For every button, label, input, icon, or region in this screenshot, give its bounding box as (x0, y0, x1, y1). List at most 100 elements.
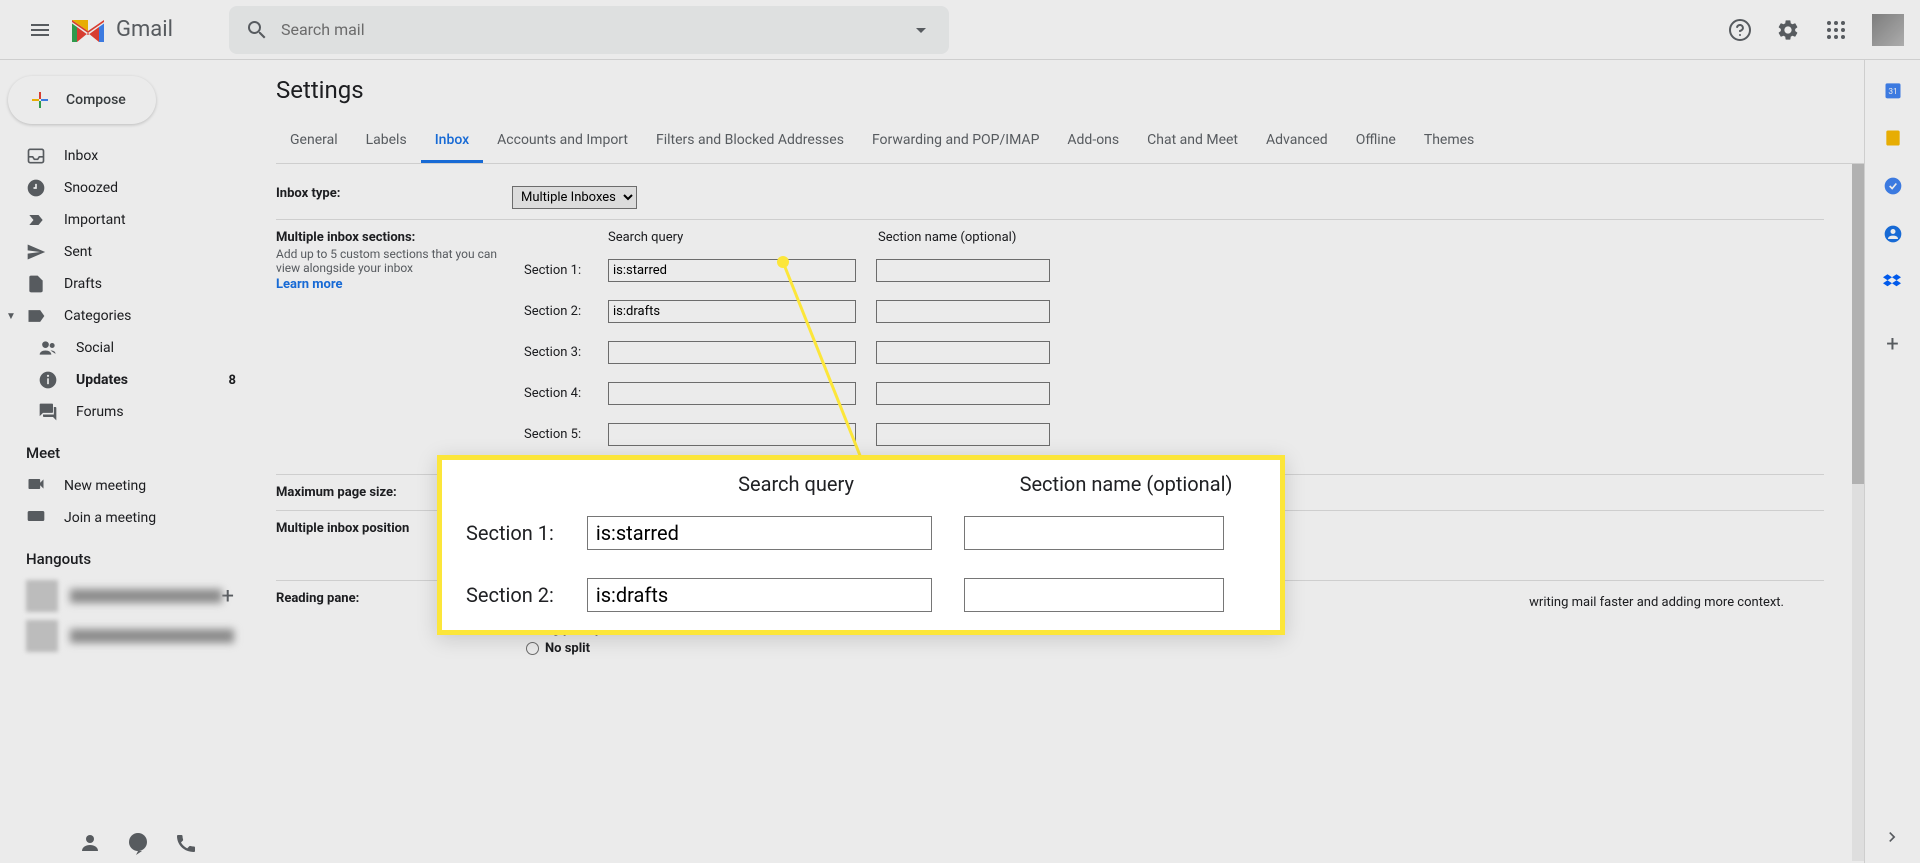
tab-inbox[interactable]: Inbox (421, 120, 483, 163)
inbox-icon (26, 146, 46, 166)
section-row-label: Section 2: (524, 304, 608, 319)
meet-item-label: Join a meeting (64, 510, 156, 526)
add-contact-button[interactable]: + (222, 584, 234, 609)
gmail-logo[interactable]: Gmail (68, 15, 173, 45)
account-avatar[interactable] (1872, 14, 1904, 46)
section-name-input[interactable] (876, 423, 1050, 446)
hangouts-icon[interactable] (126, 831, 150, 855)
gear-icon (1776, 18, 1800, 42)
learn-more-link[interactable]: Learn more (276, 277, 343, 292)
multiple-sections-sublabel: Add up to 5 custom sections that you can… (276, 247, 502, 275)
tab-filters[interactable]: Filters and Blocked Addresses (642, 120, 858, 163)
search-bar[interactable] (229, 6, 949, 54)
apps-button[interactable] (1816, 10, 1856, 50)
search-icon (245, 18, 269, 42)
tab-offline[interactable]: Offline (1342, 120, 1410, 163)
multiple-sections-label: Multiple inbox sections: Add up to 5 cus… (276, 230, 512, 464)
no-split-label: No split (545, 641, 590, 656)
tab-chat[interactable]: Chat and Meet (1133, 120, 1252, 163)
settings-button[interactable] (1768, 10, 1808, 50)
join-meeting-button[interactable]: Join a meeting (26, 502, 234, 534)
sidebar-item-important[interactable]: Important (0, 204, 248, 236)
callout-name-input[interactable] (964, 516, 1224, 550)
section-query-input[interactable] (608, 341, 856, 364)
header: Gmail (0, 0, 1920, 60)
apps-icon (1824, 18, 1848, 42)
info-icon (38, 370, 58, 390)
tab-general[interactable]: General (276, 120, 352, 163)
phone-icon[interactable] (174, 831, 198, 855)
section-name-input[interactable] (876, 382, 1050, 405)
sidebar-item-categories[interactable]: ▼ Categories (0, 300, 248, 332)
scrollbar-thumb[interactable] (1852, 164, 1864, 484)
no-split-radio[interactable] (526, 642, 539, 655)
sidebar: Compose Inbox Snoozed Important Sent Dra… (0, 60, 260, 863)
main-menu-button[interactable] (16, 6, 64, 54)
tab-accounts[interactable]: Accounts and Import (483, 120, 642, 163)
sidebar-item-inbox[interactable]: Inbox (0, 140, 248, 172)
search-input[interactable] (281, 20, 909, 39)
compose-button[interactable]: Compose (8, 76, 156, 124)
support-button[interactable] (1720, 10, 1760, 50)
hangout-contact[interactable] (26, 616, 234, 656)
tab-advanced[interactable]: Advanced (1252, 120, 1342, 163)
section-name-input[interactable] (876, 300, 1050, 323)
keyboard-icon (26, 506, 46, 530)
dropbox-icon[interactable] (1883, 272, 1903, 292)
callout-query-input[interactable] (587, 578, 932, 612)
tab-addons[interactable]: Add-ons (1053, 120, 1133, 163)
section-name-input[interactable] (876, 259, 1050, 282)
new-meeting-button[interactable]: New meeting (26, 470, 234, 502)
inbox-type-label: Inbox type: (276, 186, 512, 209)
section-row-label: Section 4: (524, 386, 608, 401)
tab-labels[interactable]: Labels (352, 120, 421, 163)
contact-avatar (26, 620, 58, 652)
section-query-input[interactable] (608, 300, 856, 323)
tab-themes[interactable]: Themes (1410, 120, 1488, 163)
section-query-input[interactable] (608, 259, 856, 282)
important-icon (26, 210, 46, 230)
svg-text:31: 31 (1888, 87, 1897, 97)
tasks-icon[interactable] (1883, 176, 1903, 196)
person-icon[interactable] (78, 831, 102, 855)
compose-label: Compose (66, 92, 126, 108)
callout-row-label: Section 1: (466, 521, 587, 545)
label-icon (26, 306, 46, 326)
sidebar-item-label: Categories (64, 308, 131, 324)
sidebar-item-drafts[interactable]: Drafts (0, 268, 248, 300)
calendar-icon[interactable]: 31 (1883, 80, 1903, 100)
sidebar-item-updates[interactable]: Updates 8 (0, 364, 248, 396)
contact-name (70, 629, 234, 643)
panel-collapse-icon[interactable] (1882, 827, 1902, 847)
add-panel-button[interactable]: + (1886, 332, 1898, 357)
callout-row-label: Section 2: (466, 583, 587, 607)
callout-header-name: Section name (optional) (996, 472, 1256, 496)
section-name-input[interactable] (876, 341, 1050, 364)
gmail-text: Gmail (116, 17, 173, 42)
meet-item-label: New meeting (64, 478, 146, 494)
contact-name (70, 589, 222, 603)
send-icon (26, 242, 46, 262)
sidebar-item-label: Important (64, 212, 126, 228)
sidebar-item-sent[interactable]: Sent (0, 236, 248, 268)
hangouts-section-title: Hangouts (26, 550, 234, 568)
callout-query-input[interactable] (587, 516, 932, 550)
header-right (1720, 10, 1904, 50)
sidebar-item-social[interactable]: Social (0, 332, 248, 364)
hamburger-icon (28, 18, 52, 42)
sidebar-item-forums[interactable]: Forums (0, 396, 248, 428)
keep-icon[interactable] (1883, 128, 1903, 148)
contacts-icon[interactable] (1883, 224, 1903, 244)
clock-icon (26, 178, 46, 198)
callout-name-input[interactable] (964, 578, 1224, 612)
hangout-contact[interactable]: + (26, 576, 234, 616)
tab-forwarding[interactable]: Forwarding and POP/IMAP (858, 120, 1053, 163)
page-title: Settings (276, 76, 1864, 104)
search-options-icon[interactable] (909, 18, 933, 42)
sidebar-item-snoozed[interactable]: Snoozed (0, 172, 248, 204)
annotation-dot (777, 256, 789, 268)
sidebar-item-label: Drafts (64, 276, 102, 292)
inbox-type-select[interactable]: Multiple Inboxes (512, 186, 637, 209)
section-query-input[interactable] (608, 423, 856, 446)
section-query-input[interactable] (608, 382, 856, 405)
